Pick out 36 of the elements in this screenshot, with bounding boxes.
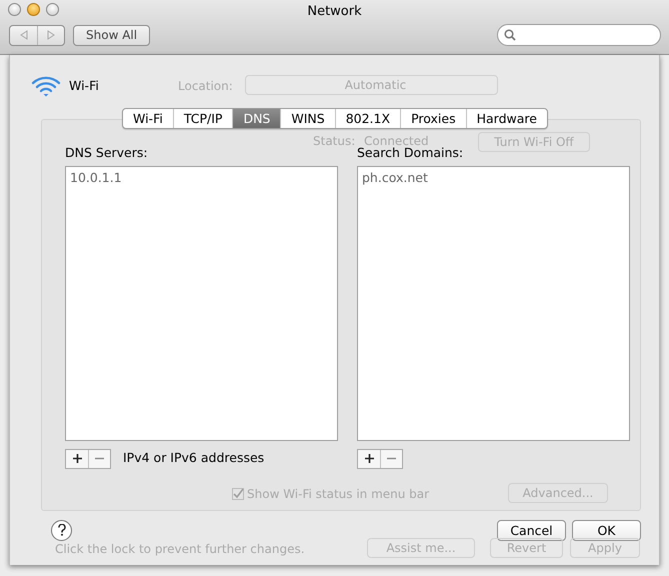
tab[interactable]: WINS — [280, 109, 335, 128]
search-icon — [504, 29, 516, 41]
close-button[interactable] — [8, 3, 21, 16]
list-item[interactable]: 10.0.1.1 — [70, 168, 333, 188]
tab[interactable]: Proxies — [400, 109, 466, 128]
hint-text: IPv4 or IPv6 addresses — [123, 449, 264, 468]
tab[interactable]: Hardware — [466, 109, 547, 128]
back-icon — [20, 30, 28, 40]
help-icon — [58, 524, 66, 536]
faded-label: Show Wi-Fi status in menu bar — [247, 486, 430, 503]
forward-icon — [47, 30, 55, 40]
list-label: Search Domains: — [357, 145, 464, 162]
list-label: DNS Servers: — [65, 144, 149, 162]
faded-popup: Automatic — [245, 75, 498, 95]
dns-servers-list[interactable]: 10.0.1.1 — [65, 166, 338, 441]
plus-icon — [364, 454, 374, 464]
faded-label: Location: — [178, 78, 233, 95]
cancel-button[interactable]: Cancel — [497, 520, 566, 541]
show-all-button[interactable]: Show All — [73, 24, 150, 46]
window-title: Network — [307, 3, 362, 21]
list-item[interactable]: ph.cox.net — [362, 168, 625, 188]
ok-button[interactable]: OK — [572, 520, 641, 541]
search-domains-list[interactable]: ph.cox.net — [357, 166, 630, 441]
wifi-icon — [31, 75, 61, 97]
search-field[interactable] — [497, 24, 661, 46]
plus-icon — [72, 454, 82, 464]
zoom-button[interactable] — [46, 3, 59, 16]
faded-label: Click the lock to prevent further changes. — [55, 541, 305, 558]
tab[interactable]: DNS — [232, 109, 280, 128]
faded-label: Connected — [364, 133, 429, 148]
help-button[interactable] — [51, 520, 72, 541]
faded-label: Status: — [313, 133, 356, 150]
minimize-button[interactable] — [27, 3, 40, 16]
tab[interactable]: Wi-Fi — [123, 109, 173, 128]
service-name: Wi-Fi — [69, 76, 99, 95]
tab[interactable]: 802.1X — [334, 109, 400, 128]
